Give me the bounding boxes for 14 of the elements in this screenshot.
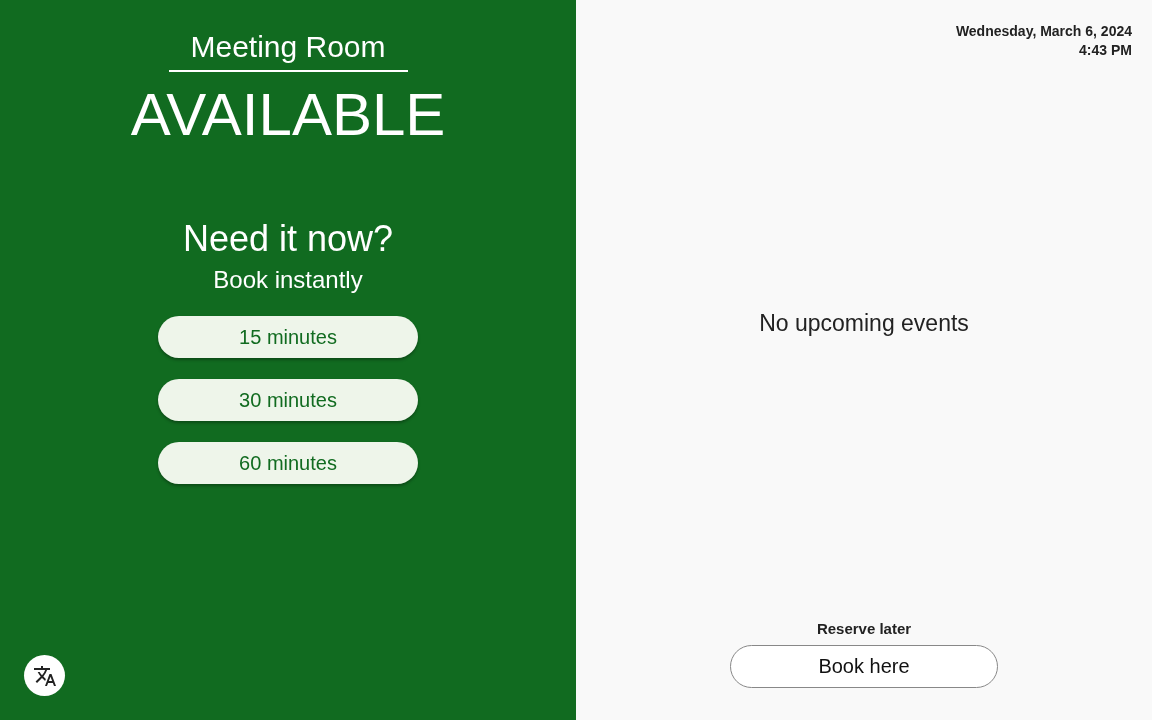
current-time: 4:43 PM bbox=[1079, 41, 1132, 60]
room-status: AVAILABLE bbox=[130, 82, 446, 148]
duration-button[interactable]: 30 minutes bbox=[158, 379, 418, 421]
reserve-later-label: Reserve later bbox=[816, 620, 912, 637]
instant-subtitle: Book instantly bbox=[213, 266, 363, 294]
empty-events-message: No upcoming events bbox=[759, 310, 969, 337]
instant-title: Need it now? bbox=[182, 218, 394, 260]
duration-button[interactable]: 15 minutes bbox=[158, 316, 418, 358]
room-name: Meeting Room bbox=[168, 30, 408, 72]
translate-button[interactable] bbox=[24, 655, 65, 696]
duration-button[interactable]: 60 minutes bbox=[158, 442, 418, 484]
book-here-button[interactable]: Book here bbox=[730, 645, 998, 688]
current-date: Wednesday, March 6, 2024 bbox=[955, 22, 1132, 41]
translate-icon bbox=[32, 663, 57, 688]
